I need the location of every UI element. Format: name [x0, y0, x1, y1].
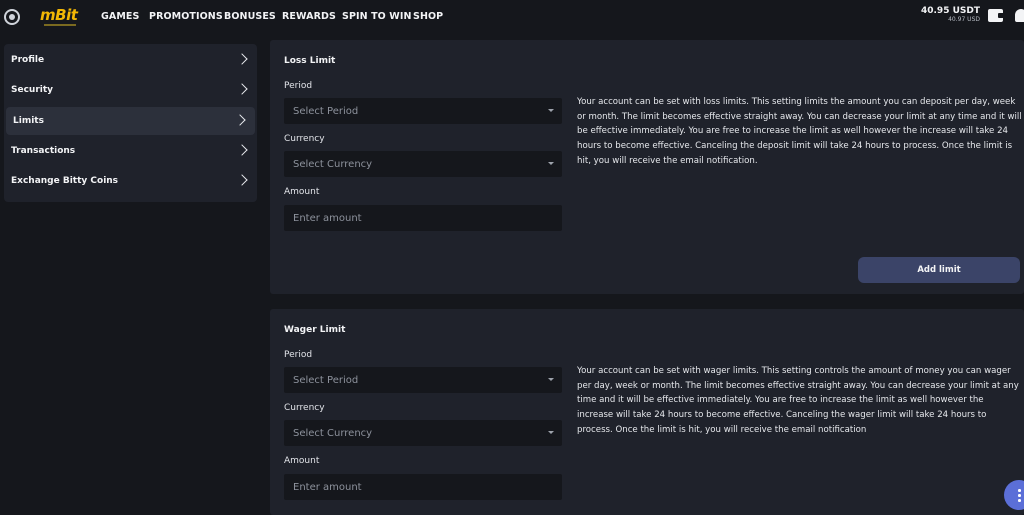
wager-limit-description: Your account can be set with wager limit…	[577, 366, 1019, 435]
nav-bonuses[interactable]: BONUSES	[224, 11, 276, 22]
nav-games[interactable]: GAMES	[101, 11, 139, 22]
caret-down-icon	[548, 431, 554, 434]
balance-display[interactable]: 40.95 USDT 40.97 USD	[921, 6, 980, 23]
loss-limit-description: Your account can be set with loss limits…	[577, 97, 1022, 166]
sidebar-item-label: Profile	[11, 55, 45, 65]
brand-underline	[44, 24, 76, 26]
balance-usdt: 40.95 USDT	[920, 6, 980, 16]
wager-period-select[interactable]: Select Period	[284, 367, 562, 393]
account-sidebar: Profile Security Limits Transactions Exc…	[4, 44, 257, 202]
sidebar-item-profile[interactable]: Profile	[4, 46, 257, 74]
sidebar-item-label: Transactions	[11, 146, 76, 156]
currency-label: Currency	[284, 403, 325, 413]
sidebar-item-security[interactable]: Security	[4, 76, 257, 104]
bell-icon[interactable]	[1015, 9, 1024, 22]
input-placeholder: Enter amount	[293, 212, 362, 224]
loss-limit-title: Loss Limit	[284, 56, 336, 66]
sidebar-item-label: Exchange Bitty Coins	[11, 176, 119, 186]
wager-limit-panel: Wager Limit Period Select Period Currenc…	[270, 309, 1024, 515]
nav-rewards[interactable]: REWARDS	[282, 11, 336, 22]
caret-down-icon	[548, 162, 554, 165]
loss-currency-select[interactable]: Select Currency	[284, 151, 562, 177]
wallet-icon[interactable]	[988, 9, 1004, 22]
amount-label: Amount	[284, 456, 320, 466]
input-placeholder: Enter amount	[293, 481, 362, 493]
nav-promotions[interactable]: PROMOTIONS	[149, 11, 223, 22]
sidebar-item-label: Security	[11, 85, 54, 95]
chevron-right-icon	[236, 53, 248, 65]
sidebar-item-label: Limits	[13, 116, 44, 126]
sidebar-item-exchange-bitty-coins[interactable]: Exchange Bitty Coins	[4, 167, 257, 195]
period-label: Period	[284, 350, 313, 360]
loss-amount-input[interactable]: Enter amount	[284, 205, 562, 231]
loss-period-select[interactable]: Select Period	[284, 98, 562, 124]
select-placeholder: Select Period	[293, 105, 359, 117]
top-navigation-bar: mBit GAMES PROMOTIONS BONUSES REWARDS SP…	[0, 0, 1024, 34]
wager-limit-title: Wager Limit	[284, 325, 346, 335]
sidebar-item-limits[interactable]: Limits	[6, 107, 255, 135]
chevron-right-icon	[236, 174, 248, 186]
chevron-right-icon	[236, 144, 248, 156]
period-label: Period	[284, 81, 313, 91]
wager-currency-select[interactable]: Select Currency	[284, 420, 562, 446]
select-placeholder: Select Currency	[293, 427, 373, 439]
more-vertical-icon	[1018, 489, 1021, 503]
currency-label: Currency	[284, 134, 325, 144]
brand-logo[interactable]: mBit	[40, 6, 78, 24]
select-placeholder: Select Currency	[293, 158, 373, 170]
mbit-logo-icon[interactable]	[4, 9, 20, 25]
loss-limit-panel: Loss Limit Period Select Period Currency…	[270, 40, 1024, 294]
wager-amount-input[interactable]: Enter amount	[284, 474, 562, 500]
nav-spin-to-win[interactable]: SPIN TO WIN	[342, 11, 412, 22]
chevron-right-icon	[234, 114, 246, 126]
select-placeholder: Select Period	[293, 374, 359, 386]
caret-down-icon	[548, 109, 554, 112]
amount-label: Amount	[284, 187, 320, 197]
sidebar-item-transactions[interactable]: Transactions	[4, 137, 257, 165]
nav-shop[interactable]: SHOP	[413, 11, 443, 22]
add-limit-button[interactable]: Add limit	[858, 257, 1020, 283]
chevron-right-icon	[236, 83, 248, 95]
balance-usd: 40.97 USD	[948, 16, 980, 23]
caret-down-icon	[548, 378, 554, 381]
